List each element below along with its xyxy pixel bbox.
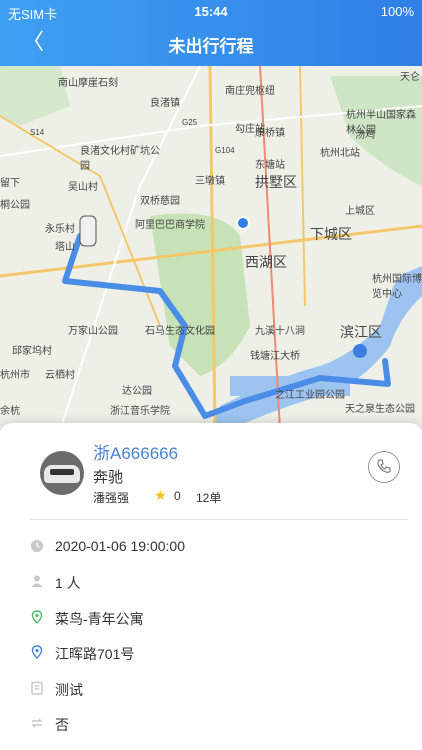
map-view[interactable]: 南山摩崖石刻 良渚镇 南庄兜枢纽 康桥镇 杭州北站 杭州半山国家森林公园 勾庄站… [0, 65, 422, 431]
map-label: 万家山公园 [68, 326, 118, 337]
phone-icon [377, 459, 391, 473]
trip-time-row: 2020-01-06 19:00:00 [30, 536, 390, 558]
map-label: 九溪十八涧 [255, 326, 305, 337]
page-title: 未出行行程 [168, 37, 254, 56]
map-label: 留下 [0, 178, 20, 189]
map-label: 之江工业园公园 [275, 390, 345, 401]
map-label: 拱墅区 [255, 174, 297, 190]
map-label: 西湖区 [245, 254, 287, 270]
map-label: 杭州北站 [320, 148, 360, 159]
map-label: 余杭 [0, 406, 20, 417]
map-label: G25 [182, 118, 198, 127]
driver-rating: 0 [174, 489, 181, 503]
map-label: 下城区 [310, 226, 352, 242]
map-label: 杭州市 [0, 370, 30, 381]
share-row: 否 [30, 713, 390, 735]
map-label: 滨江区 [340, 324, 382, 340]
map-label: 良渚文化村矿坑公园 [80, 146, 160, 172]
destination-pin-icon [31, 645, 43, 659]
map-label: 南山摩崖石刻 [58, 78, 118, 89]
note-row: 测试 [30, 678, 390, 700]
header: 无SIM卡 15:44 100% 〈 未出行行程 [0, 0, 422, 66]
map-label: 塔山 [55, 242, 75, 253]
map-label: 云栖村 [45, 370, 75, 381]
map-label: 石马生态文化园 [145, 326, 215, 337]
passenger-count: 1 人 [55, 575, 81, 591]
map-label: 双桥慈园 [140, 196, 180, 207]
map-label: 吴山村 [68, 182, 98, 193]
map-label: 邱家坞村 [12, 346, 52, 357]
passenger-row: 1 人 [30, 571, 390, 593]
star-icon: ★ [154, 487, 167, 503]
map-label: 南庄兜枢纽 [225, 86, 275, 97]
trip-note: 测试 [55, 682, 83, 698]
map-label: 汤鸡 [355, 130, 375, 141]
trip-card: 浙A666666 奔驰 潘强强 ★ 0 12单 2020-01-06 19:00… [0, 423, 422, 750]
destination-row: 江晖路701号 [30, 642, 390, 664]
map-label: 上城区 [345, 206, 375, 217]
map-label: 永乐村 [45, 224, 75, 235]
divider [30, 519, 408, 520]
status-bar: 无SIM卡 15:44 100% [0, 0, 422, 22]
order-count: 12单 [196, 491, 222, 505]
map-label: 钱塘江大桥 [250, 351, 300, 362]
trip-time: 2020-01-06 19:00:00 [55, 538, 185, 554]
origin-row: 菜鸟-青年公寓 [30, 607, 390, 629]
origin-pin-icon [31, 610, 43, 624]
destination-address: 江晖路701号 [55, 646, 135, 662]
map-label: 杭州国际博览中心 [372, 274, 422, 300]
map-label: 浙江音乐学院 [110, 406, 170, 417]
map-label: 达公园 [122, 386, 152, 397]
share-value: 否 [55, 717, 69, 733]
origin-address: 菜鸟-青年公寓 [55, 611, 144, 627]
battery-level: 100% [380, 4, 414, 19]
map-label: 天仑 [400, 72, 420, 83]
person-icon [31, 575, 43, 587]
clock-icon [31, 540, 43, 552]
car-brand: 奔驰 [93, 469, 124, 486]
map-label: 阿里巴巴商学院 [135, 220, 205, 231]
note-icon [31, 681, 43, 695]
driver-name: 潘强强 [93, 491, 130, 505]
plate-number: 浙A666666 [93, 444, 179, 463]
vehicle-avatar [40, 451, 84, 495]
nav-bar: 〈 未出行行程 [0, 28, 422, 60]
status-time: 15:44 [194, 4, 228, 19]
map-label: 桐公园 [0, 200, 30, 211]
map-labels: 南山摩崖石刻 良渚镇 南庄兜枢纽 康桥镇 杭州北站 杭州半山国家森林公园 勾庄站… [0, 66, 422, 430]
map-label: 天之泉生态公园 [345, 404, 415, 415]
phone-button[interactable] [368, 451, 400, 483]
map-label: 良渚镇 [150, 98, 180, 109]
map-label: S14 [30, 128, 45, 137]
map-label: 三墩镇 [195, 176, 225, 187]
map-label: G104 [215, 146, 235, 155]
map-label: 东塘站 [255, 160, 285, 171]
map-label: 勾庄站 [235, 124, 265, 135]
carpool-icon [31, 718, 43, 728]
